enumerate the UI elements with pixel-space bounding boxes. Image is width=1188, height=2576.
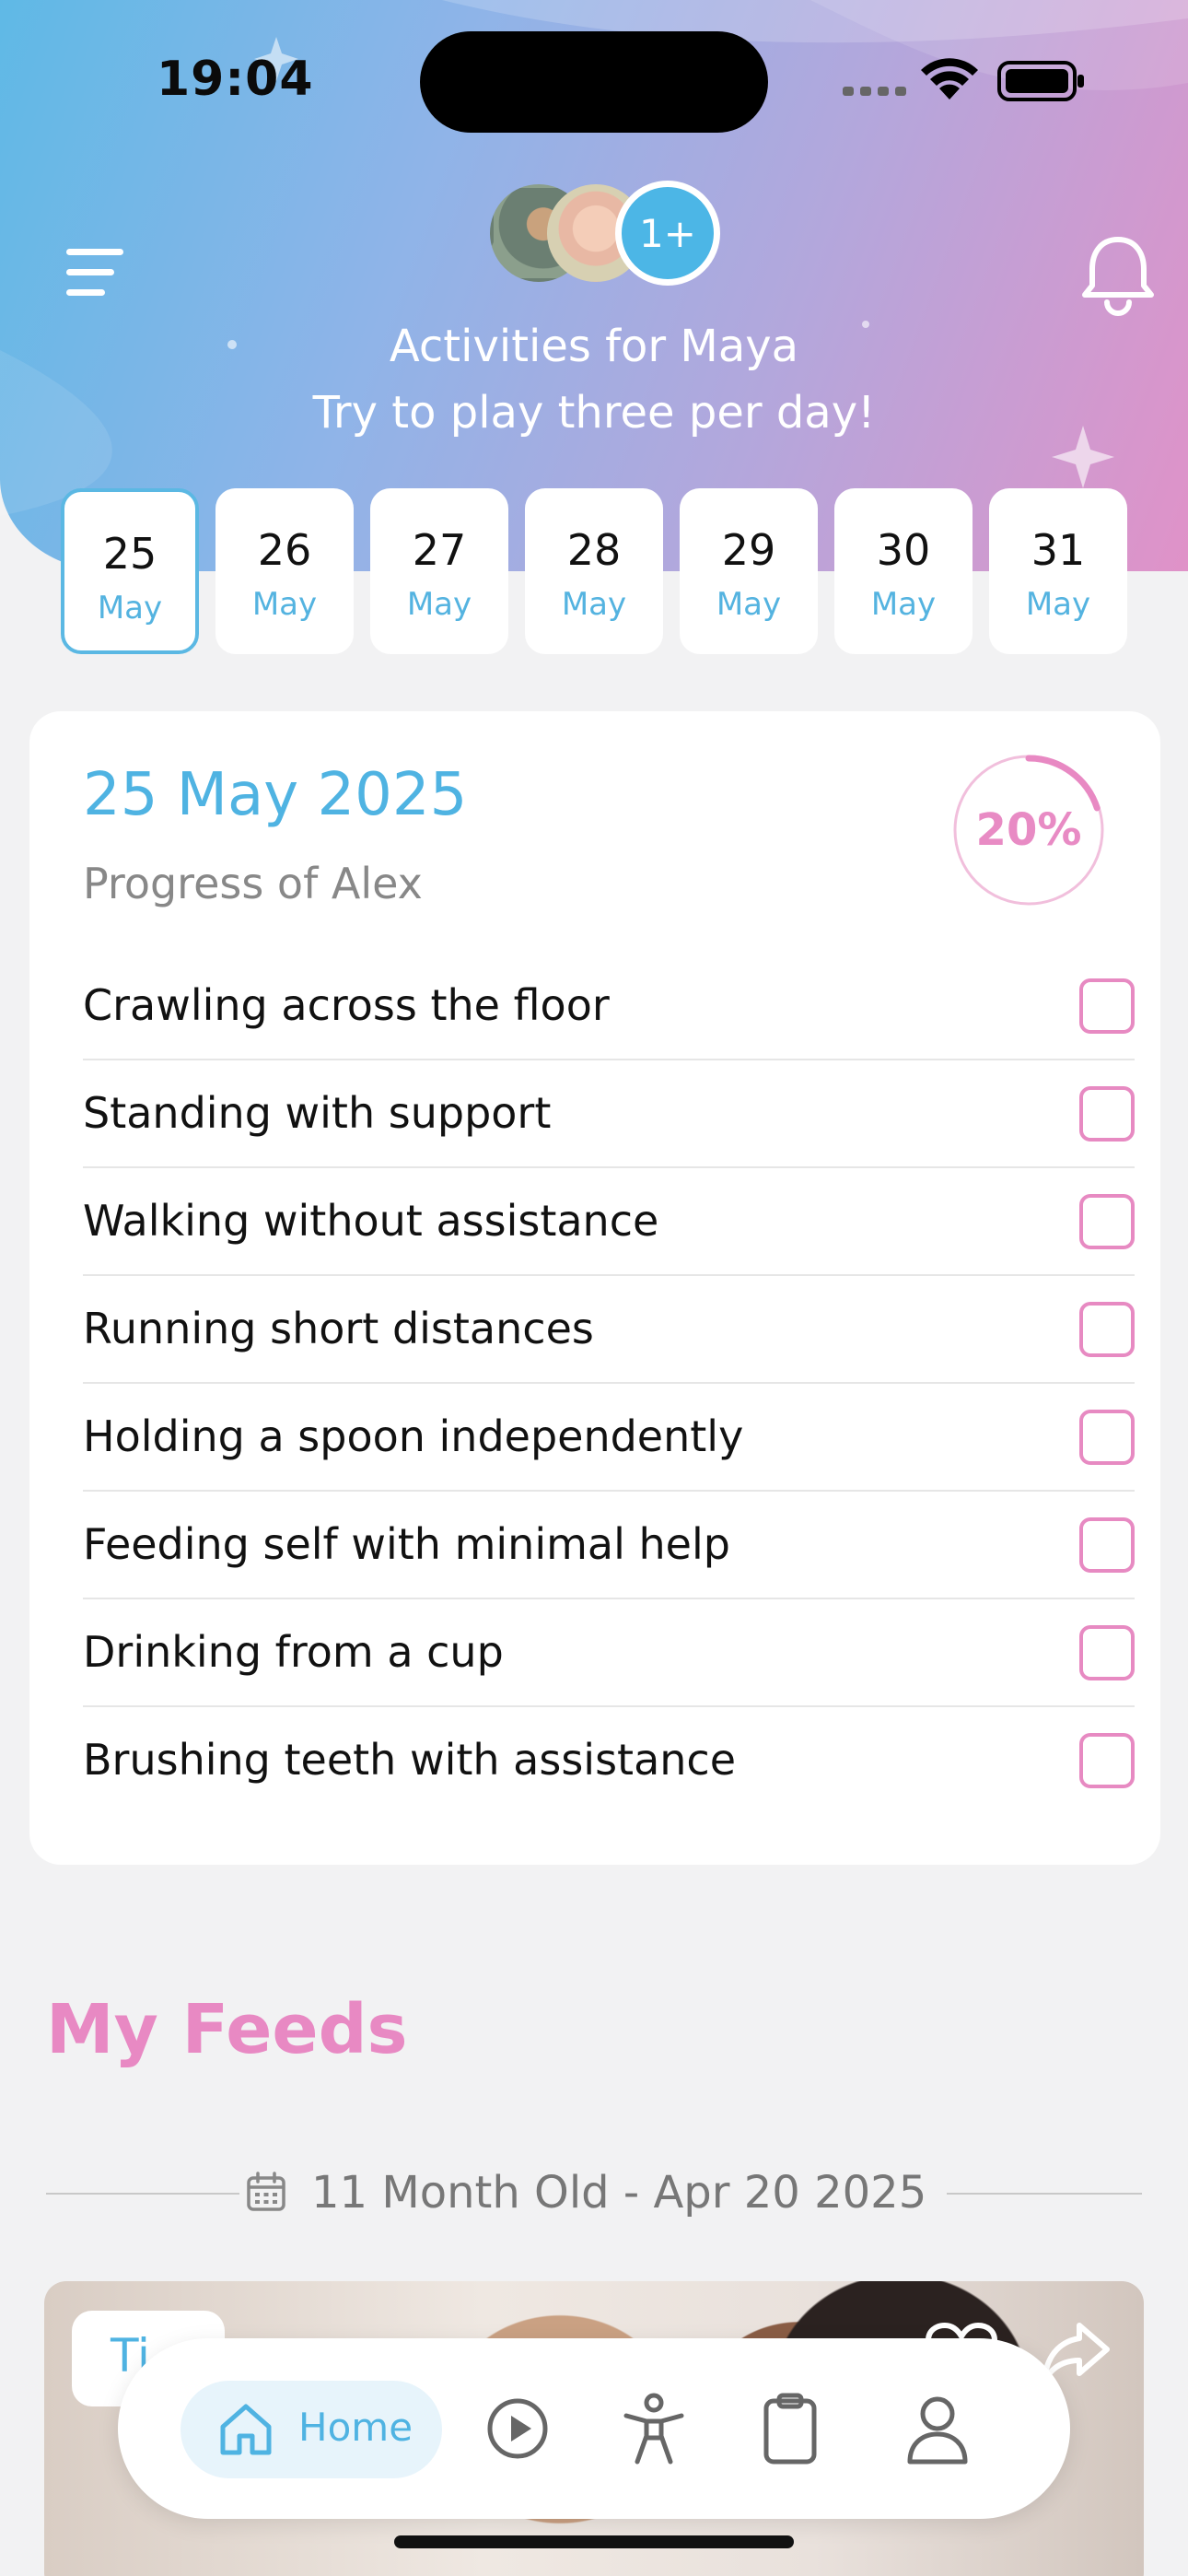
date-day: 29	[721, 525, 776, 575]
tab-home-label: Home	[298, 2405, 413, 2450]
status-time: 19:04	[157, 52, 314, 107]
dynamic-island	[420, 31, 768, 133]
task-row: Holding a spoon independently	[83, 1384, 1135, 1492]
task-label: Feeding self with minimal help	[83, 1519, 730, 1569]
date-selector: 25 May 26 May 27 May 28 May 29 May 30 Ma…	[61, 488, 1129, 656]
task-label: Holding a spoon independently	[83, 1411, 744, 1461]
status-bar: 19:04	[0, 0, 1188, 157]
date-chip[interactable]: 30 May	[834, 488, 973, 654]
progress-percent: 20%	[975, 804, 1082, 856]
wifi-icon	[921, 58, 978, 100]
calendar-icon	[247, 2172, 285, 2211]
date-day: 25	[102, 529, 157, 579]
date-chip[interactable]: 27 May	[370, 488, 508, 654]
date-day: 26	[257, 525, 312, 575]
date-month: May	[1025, 586, 1091, 623]
task-checkbox[interactable]	[1079, 1517, 1135, 1573]
date-day: 28	[566, 525, 622, 575]
profile-icon[interactable]	[903, 2392, 973, 2465]
home-indicator	[394, 2535, 794, 2548]
date-month: May	[716, 586, 782, 623]
task-row: Drinking from a cup	[83, 1599, 1135, 1707]
task-row: Feeding self with minimal help	[83, 1492, 1135, 1599]
page-title: Activities for Maya	[389, 321, 799, 372]
date-chip[interactable]: 29 May	[680, 488, 818, 654]
task-label: Running short distances	[83, 1304, 594, 1353]
play-icon[interactable]	[483, 2392, 553, 2465]
signal-dots-icon	[843, 87, 906, 96]
app: 19:04 1+ Activities for Maya Try to play…	[0, 0, 1188, 2576]
task-row: Walking without assistance	[83, 1168, 1135, 1276]
task-checkbox[interactable]	[1079, 1410, 1135, 1465]
date-chip[interactable]: 28 May	[525, 488, 663, 654]
task-list: Crawling across the floor Standing with …	[83, 953, 1135, 1815]
task-checkbox[interactable]	[1079, 1733, 1135, 1788]
task-row: Crawling across the floor	[83, 953, 1135, 1060]
task-label: Crawling across the floor	[83, 980, 610, 1030]
more-children-badge[interactable]: 1+	[615, 181, 720, 286]
divider	[947, 2193, 1142, 2195]
menu-icon[interactable]	[64, 247, 125, 299]
children-avatars[interactable]: 1+	[490, 181, 720, 286]
date-month: May	[406, 586, 472, 623]
feed-date-label: 11 Month Old - Apr 20 2025	[311, 2167, 927, 2219]
task-checkbox[interactable]	[1079, 1625, 1135, 1680]
divider	[46, 2193, 239, 2195]
date-day: 27	[412, 525, 467, 575]
card-date: 25 May 2025	[83, 761, 468, 829]
task-row: Brushing teeth with assistance	[83, 1707, 1135, 1815]
date-month: May	[251, 586, 318, 623]
date-chip[interactable]: 31 May	[989, 488, 1127, 654]
battery-icon	[997, 61, 1084, 101]
date-chip[interactable]: 26 May	[215, 488, 354, 654]
tab-home[interactable]: Home	[181, 2381, 442, 2478]
task-row: Standing with support	[83, 1060, 1135, 1168]
date-day: 31	[1031, 525, 1086, 575]
progress-card: 25 May 2025 Progress of Alex 20% Crawlin…	[29, 711, 1160, 1865]
activity-icon[interactable]	[619, 2392, 689, 2465]
date-month: May	[97, 590, 163, 626]
task-label: Brushing teeth with assistance	[83, 1735, 737, 1785]
clipboard-icon[interactable]	[755, 2392, 825, 2465]
task-label: Standing with support	[83, 1088, 552, 1138]
home-icon	[220, 2404, 272, 2455]
task-label: Drinking from a cup	[83, 1627, 504, 1677]
date-month: May	[870, 586, 937, 623]
task-checkbox[interactable]	[1079, 1302, 1135, 1357]
task-checkbox[interactable]	[1079, 1194, 1135, 1249]
task-checkbox[interactable]	[1079, 1086, 1135, 1142]
date-month: May	[561, 586, 627, 623]
date-day: 30	[876, 525, 931, 575]
task-row: Running short distances	[83, 1276, 1135, 1384]
task-checkbox[interactable]	[1079, 978, 1135, 1034]
date-chip-selected[interactable]: 25 May	[61, 488, 199, 654]
bell-icon[interactable]	[1079, 232, 1157, 317]
feeds-title: My Feeds	[46, 1990, 408, 2069]
page-subtitle: Try to play three per day!	[312, 387, 876, 439]
task-label: Walking without assistance	[83, 1196, 659, 1246]
bottom-tab-bar: Home	[118, 2338, 1070, 2519]
card-subtitle: Progress of Alex	[83, 859, 423, 908]
